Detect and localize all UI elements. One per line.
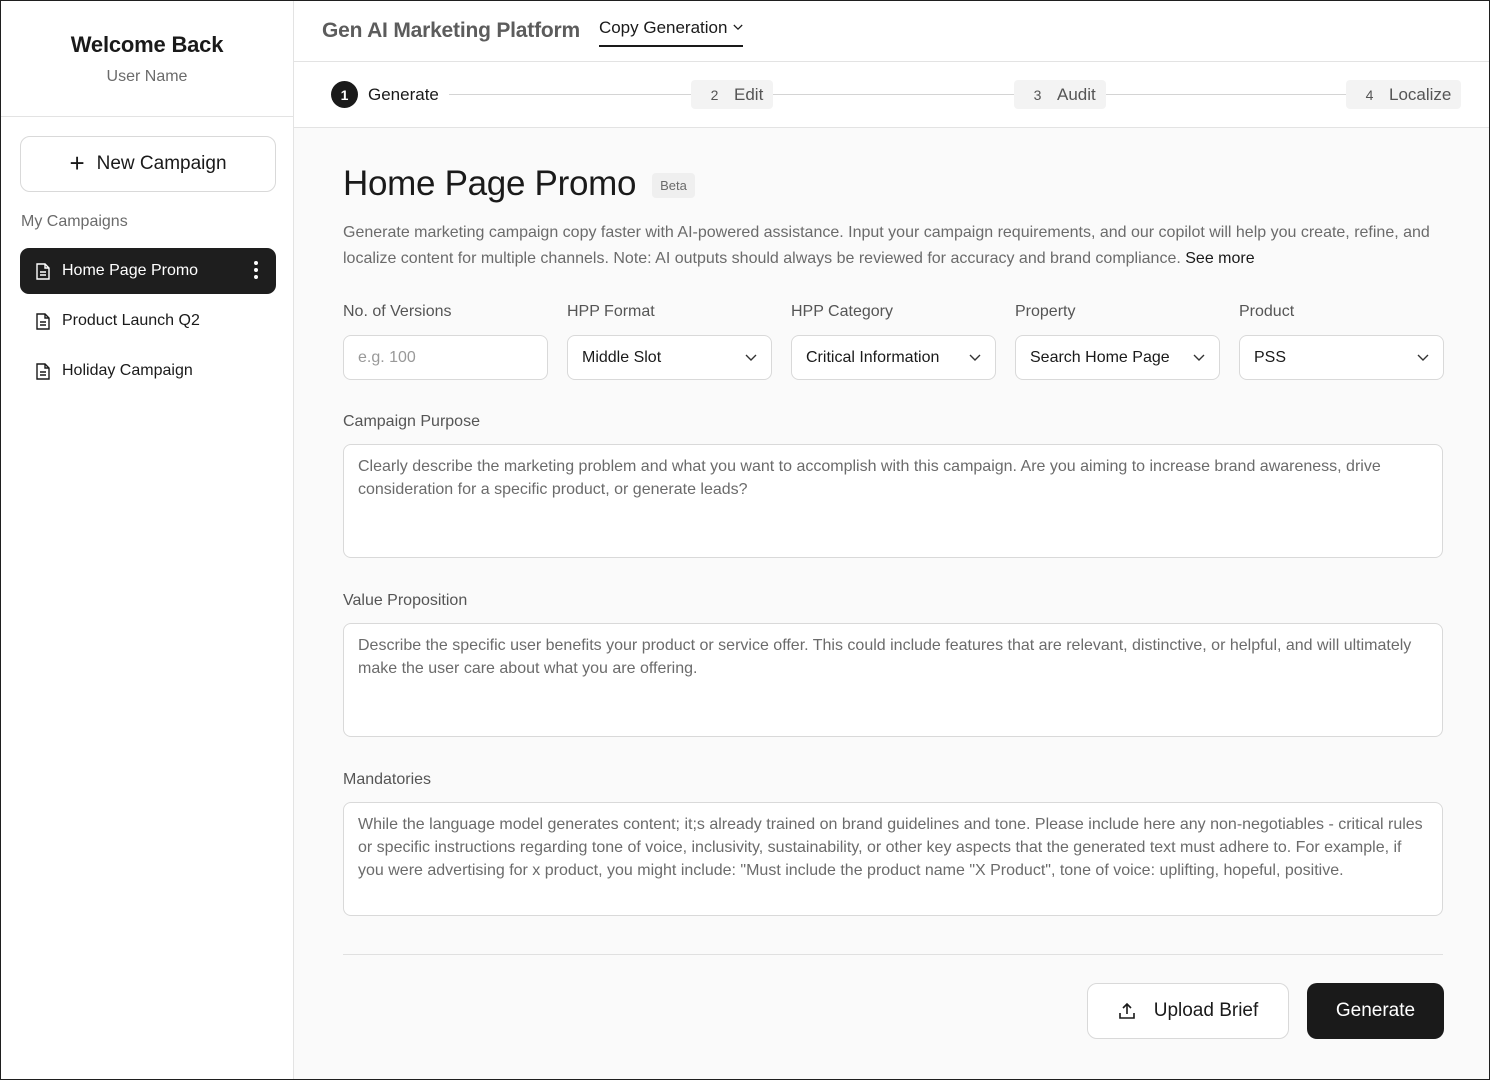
step-label: Edit [734, 84, 764, 104]
chevron-down-icon [733, 24, 744, 31]
product-value: PSS [1254, 348, 1287, 366]
divider [343, 954, 1443, 955]
see-more-link[interactable]: See more [1185, 250, 1254, 267]
mandatories-block: Mandatories While the language model gen… [343, 771, 1443, 916]
welcome-heading: Welcome Back [70, 32, 224, 57]
step-label: Localize [1389, 84, 1452, 104]
product-field: Product PSS [1239, 303, 1444, 380]
step-label: Generate [368, 84, 439, 104]
step-connector [434, 94, 694, 95]
progress-stepper: 1 Generate 2 Edit 3 Audit 4 Localize [294, 62, 1489, 128]
property-field: Property Search Home Page [1015, 303, 1220, 380]
form-area: Home Page Promo Beta Generate marketing … [343, 128, 1444, 1039]
hpp-category-select[interactable]: Critical Information [791, 335, 996, 380]
page-description: Generate marketing campaign copy faster … [343, 220, 1433, 272]
app-window: Welcome Back User Name + New Campaign My… [0, 0, 1490, 1080]
step-number: 1 [331, 81, 358, 108]
hpp-format-field: HPP Format Middle Slot [567, 303, 772, 380]
campaign-item-holiday-campaign[interactable]: Holiday Campaign [20, 348, 276, 394]
campaigns-section-label: My Campaigns [21, 213, 128, 230]
mode-label: Copy Generation [598, 17, 728, 37]
mode-dropdown[interactable]: Copy Generation [598, 17, 744, 47]
page-title: Home Page Promo [343, 164, 637, 203]
generate-button[interactable]: Generate [1307, 983, 1444, 1039]
campaign-purpose-textarea[interactable]: Clearly describe the marketing problem a… [343, 444, 1443, 558]
chevron-down-icon [969, 354, 981, 361]
step-audit[interactable]: 3 Audit [1014, 80, 1106, 109]
document-icon [36, 312, 50, 330]
campaign-item-home-page-promo[interactable]: Home Page Promo [20, 248, 276, 294]
value-proposition-label: Value Proposition [343, 592, 468, 609]
sidebar-header: Welcome Back User Name [1, 1, 293, 117]
main-content: Gen AI Marketing Platform Copy Generatio… [294, 1, 1489, 1079]
hpp-category-field: HPP Category Critical Information [791, 303, 996, 380]
upload-brief-label: Upload Brief [1153, 1000, 1259, 1021]
beta-badge: Beta [652, 172, 695, 198]
value-proposition-block: Value Proposition Describe the specific … [343, 592, 1443, 737]
step-localize[interactable]: 4 Localize [1346, 80, 1462, 109]
versions-label: No. of Versions [343, 303, 452, 320]
chevron-down-icon [745, 354, 757, 361]
title-row: Home Page Promo Beta [343, 164, 1443, 204]
hpp-format-value: Middle Slot [582, 348, 662, 366]
campaign-label: Holiday Campaign [62, 362, 193, 379]
property-select[interactable]: Search Home Page [1015, 335, 1220, 380]
document-icon [36, 362, 50, 380]
property-label: Property [1015, 303, 1076, 320]
hpp-category-label: HPP Category [791, 303, 893, 320]
campaign-list: Home Page Promo Product Launch Q2 Holida… [20, 248, 276, 398]
chevron-down-icon [1193, 354, 1205, 361]
step-number: 3 [1033, 86, 1042, 103]
product-label: Product [1239, 303, 1295, 320]
campaign-label: Product Launch Q2 [62, 312, 200, 329]
campaign-purpose-label: Campaign Purpose [343, 413, 480, 430]
upload-icon [1118, 1002, 1135, 1019]
more-options-icon[interactable] [254, 261, 258, 279]
value-proposition-textarea[interactable]: Describe the specific user benefits your… [343, 623, 1443, 737]
sidebar: Welcome Back User Name + New Campaign My… [1, 1, 294, 1079]
campaign-label: Home Page Promo [62, 262, 199, 279]
step-number: 4 [1365, 86, 1374, 103]
mandatories-textarea[interactable]: While the language model generates conte… [343, 802, 1443, 916]
step-label: Audit [1057, 84, 1096, 104]
plus-icon: + [69, 147, 85, 178]
step-connector [769, 94, 1019, 95]
new-campaign-button[interactable]: + New Campaign [20, 136, 276, 192]
generate-label: Generate [1335, 1000, 1416, 1021]
step-edit[interactable]: 2 Edit [691, 80, 774, 109]
campaign-purpose-block: Campaign Purpose Clearly describe the ma… [343, 413, 1443, 558]
step-connector [1104, 94, 1354, 95]
step-generate[interactable]: 1 Generate [321, 80, 449, 109]
hpp-format-select[interactable]: Middle Slot [567, 335, 772, 380]
document-icon [36, 262, 50, 280]
top-bar: Gen AI Marketing Platform Copy Generatio… [294, 1, 1489, 62]
hpp-format-label: HPP Format [567, 303, 655, 320]
upload-brief-button[interactable]: Upload Brief [1087, 983, 1289, 1039]
chevron-down-icon [1417, 354, 1429, 361]
campaign-item-product-launch-q2[interactable]: Product Launch Q2 [20, 298, 276, 344]
user-name: User Name [106, 68, 188, 85]
mandatories-label: Mandatories [343, 771, 432, 788]
description-text: Generate marketing campaign copy faster … [343, 224, 1430, 267]
property-value: Search Home Page [1030, 348, 1170, 366]
new-campaign-label: New Campaign [96, 153, 227, 174]
versions-input[interactable]: e.g. 100 [343, 335, 548, 380]
app-title: Gen AI Marketing Platform [322, 19, 580, 42]
product-select[interactable]: PSS [1239, 335, 1444, 380]
step-number: 2 [710, 86, 719, 103]
hpp-category-value: Critical Information [806, 348, 940, 366]
versions-field: No. of Versions e.g. 100 [343, 303, 548, 380]
